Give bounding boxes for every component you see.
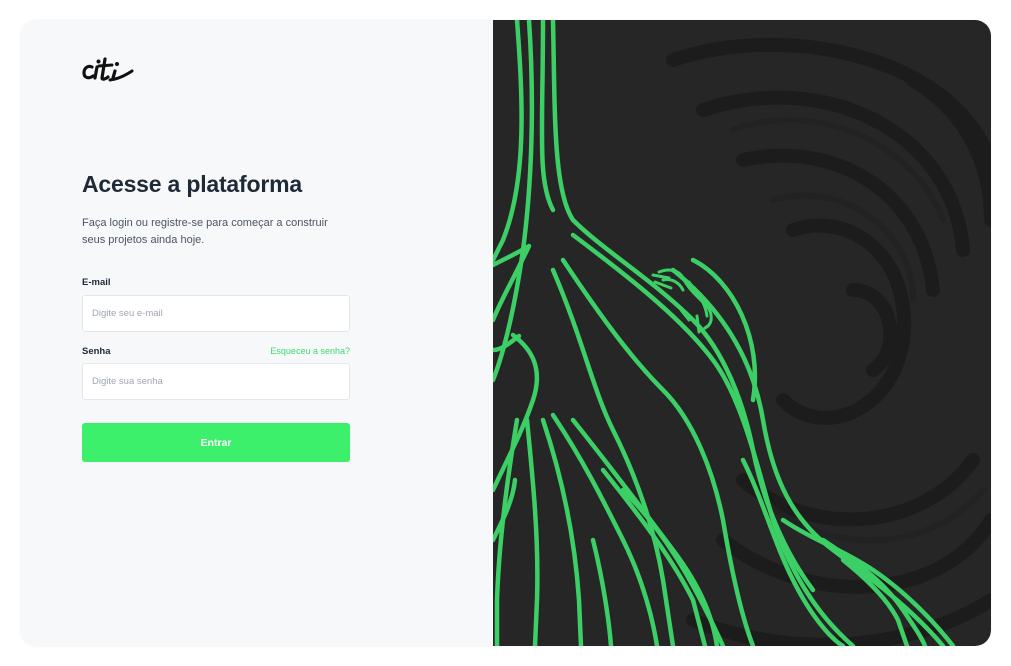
- page-title: Acesse a plataforma: [82, 171, 302, 197]
- login-button[interactable]: Entrar: [82, 423, 350, 462]
- login-panel: Acesse a plataforma Faça login ou regist…: [20, 20, 493, 646]
- email-label: E-mail: [82, 277, 111, 288]
- forgot-password-link[interactable]: Esqueceu a senha?: [270, 346, 350, 356]
- password-field[interactable]: [82, 363, 350, 400]
- email-field[interactable]: [82, 295, 350, 332]
- citi-logo: [82, 57, 134, 82]
- login-card: Acesse a plataforma Faça login ou regist…: [20, 20, 991, 646]
- illustration-panel: [493, 20, 991, 646]
- password-label: Senha: [82, 346, 111, 357]
- page-subtitle: Faça login ou registre-se para começar a…: [82, 217, 328, 246]
- roots-illustration: [493, 20, 991, 646]
